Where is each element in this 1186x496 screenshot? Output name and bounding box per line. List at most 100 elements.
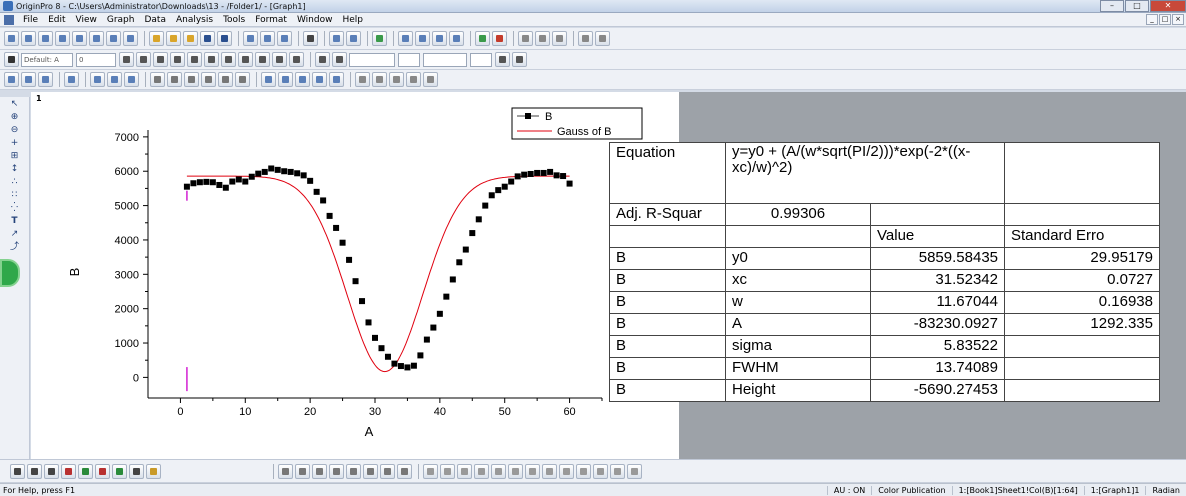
save-project-icon[interactable] [200,31,215,46]
menu-tools[interactable]: Tools [218,15,250,25]
column-icon[interactable] [295,72,310,87]
recalculate-icon[interactable] [492,31,507,46]
new-excel-icon[interactable] [38,31,53,46]
new-workbook-icon[interactable] [21,31,36,46]
import-ascii-icon[interactable] [243,31,258,46]
layer-add-icon[interactable] [4,72,19,87]
layer-grid-icon[interactable] [124,72,139,87]
increase-font-icon[interactable] [238,52,253,67]
results-log-icon[interactable] [398,31,413,46]
child-minimize-button[interactable]: _ [1146,14,1158,25]
graph-plot[interactable]: 0 10 20 30 40 50 60 0 1000 2000 3000 4000 5000 6000 70… [31,92,679,459]
font-size-combo[interactable]: 0 [76,52,116,67]
subscript-icon[interactable] [187,52,202,67]
error-bar-plot-icon[interactable] [95,463,110,479]
child-close-button[interactable]: × [1172,14,1184,25]
flip-icon[interactable] [576,463,591,479]
data-reader-icon[interactable]: ⊞ [9,151,20,162]
command-window-icon[interactable] [415,31,430,46]
plot-3d-wall-icon[interactable] [380,463,395,479]
menu-file[interactable]: File [18,15,43,25]
save-template-icon[interactable] [217,31,232,46]
zoom-out-icon[interactable]: ⊖ [9,125,20,136]
refresh-icon[interactable] [329,31,344,46]
document-icon[interactable] [4,14,14,25]
align-middle-icon[interactable] [508,463,523,479]
ungroup-icon[interactable] [372,72,387,87]
menu-analysis[interactable]: Analysis [171,15,218,25]
status-active-graph[interactable]: 1:[Graph1]1 [1083,485,1146,495]
layout-left-icon[interactable] [150,72,165,87]
zoom-in-icon[interactable]: ⊕ [9,112,20,123]
add-app-icon[interactable] [449,31,464,46]
close-button[interactable]: ✕ [1150,0,1186,12]
fill-color-icon[interactable] [315,52,330,67]
pattern-fill-icon[interactable] [512,52,527,67]
menu-view[interactable]: View [71,15,102,25]
project-explorer-icon[interactable] [372,31,387,46]
import-wizard-icon[interactable] [277,31,292,46]
paste-icon[interactable] [552,31,567,46]
front-icon[interactable] [389,72,404,87]
layout-top-icon[interactable] [167,72,182,87]
menu-format[interactable]: Format [250,15,292,25]
page-grid-icon[interactable] [278,72,293,87]
mask-points-icon[interactable]: ∷ [9,190,20,201]
status-angle-unit[interactable]: Radian [1145,485,1186,495]
graph-page[interactable]: 1 0 10 20 30 40 50 60 0 1000 2000 3000 4000 5000 6000… [31,92,1160,459]
layout-bottom-icon[interactable] [184,72,199,87]
status-color-mode[interactable]: Color Publication [871,485,951,495]
superscript-icon[interactable] [170,52,185,67]
open-excel-icon[interactable] [183,31,198,46]
line-style-combo[interactable] [349,52,395,67]
draw-data-icon[interactable]: ∴ [9,177,20,188]
new-matrix-icon[interactable] [72,31,87,46]
italic-icon[interactable] [136,52,151,67]
font-combo[interactable]: Default: A [21,52,73,67]
object-grid-icon[interactable] [610,463,625,479]
speed-mode-icon[interactable] [261,72,276,87]
layer-arrange-icon[interactable] [627,463,642,479]
align-bottom-icon[interactable] [474,463,489,479]
pattern-size-combo[interactable] [470,52,492,67]
plot-3d-waterfall-icon[interactable] [397,463,412,479]
plot-3d-color-icon[interactable] [346,463,361,479]
rotate-icon[interactable] [559,463,574,479]
plot-3d-wire-icon[interactable] [329,463,344,479]
greek-icon[interactable] [221,52,236,67]
template-library-icon[interactable] [146,463,161,479]
arrow-icon[interactable]: ↗ [9,229,20,240]
align-icon[interactable] [272,52,287,67]
contour-plot-icon[interactable] [112,463,127,479]
screen-reader-icon[interactable]: + [9,138,20,149]
align-right-icon[interactable] [440,463,455,479]
copy-icon[interactable] [535,31,550,46]
supersubscript-icon[interactable] [204,52,219,67]
merge-graph-icon[interactable] [90,72,105,87]
new-graph-icon[interactable] [55,31,70,46]
menu-edit[interactable]: Edit [43,15,70,25]
column-plot-icon[interactable] [61,463,76,479]
maximize-button[interactable]: □ [1125,0,1149,12]
rescale-icon[interactable] [38,72,53,87]
back-icon[interactable] [406,72,421,87]
arrange-layers-icon[interactable] [107,72,122,87]
bold-icon[interactable] [119,52,134,67]
cut-icon[interactable] [518,31,533,46]
new-folder-icon[interactable] [475,31,490,46]
text-icon[interactable]: T [9,216,20,227]
menu-data[interactable]: Data [139,15,171,25]
pointer-icon[interactable]: ↖ [9,99,20,110]
plot-3d-ribbon-icon[interactable] [363,463,378,479]
timer-icon[interactable] [312,72,327,87]
line-plot-icon[interactable] [10,463,25,479]
align-center-icon[interactable] [491,463,506,479]
import-multiple-icon[interactable] [260,31,275,46]
font-color-icon[interactable] [289,52,304,67]
decrease-font-icon[interactable] [255,52,270,67]
area-plot-icon[interactable] [78,463,93,479]
status-autoupdate[interactable]: AU : ON [826,485,871,495]
new-function-icon[interactable] [89,31,104,46]
curved-arrow-icon[interactable]: ⤴ [9,242,20,253]
line-color-icon[interactable] [332,52,347,67]
